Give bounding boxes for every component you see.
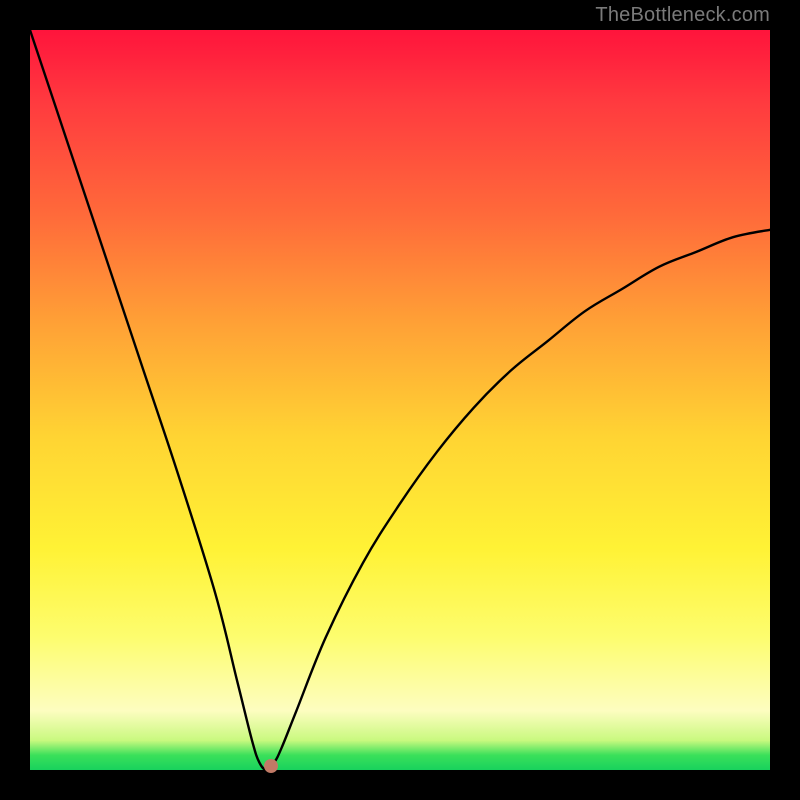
watermark-text: TheBottleneck.com — [595, 4, 770, 27]
chart-frame: TheBottleneck.com — [0, 0, 800, 800]
bottleneck-curve — [30, 30, 770, 770]
plot-area — [30, 30, 770, 770]
minimum-marker — [264, 759, 278, 773]
curve-path — [30, 30, 770, 770]
